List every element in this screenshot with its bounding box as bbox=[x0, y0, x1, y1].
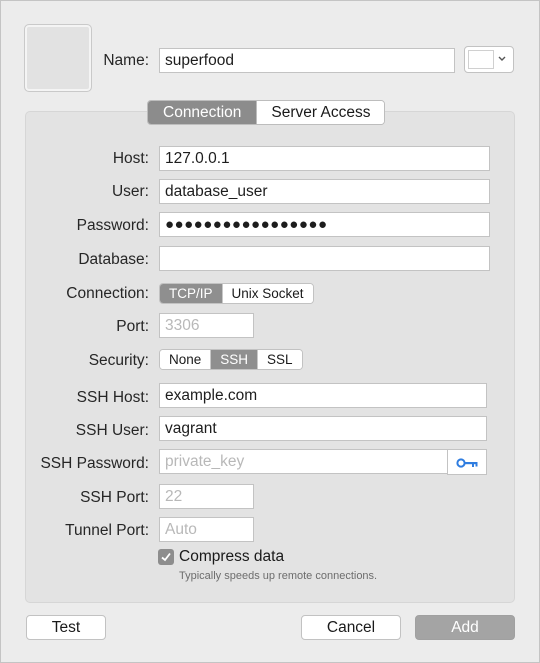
name-label: Name: bbox=[103, 52, 149, 69]
tab-bar: Connection Server Access bbox=[147, 100, 386, 125]
tab-connection[interactable]: Connection bbox=[148, 101, 257, 124]
host-label: Host: bbox=[112, 150, 149, 167]
host-field[interactable]: 127.0.0.1 bbox=[159, 146, 490, 171]
tunnel-port-field[interactable]: Auto bbox=[159, 517, 254, 542]
ssh-password-label: SSH Password: bbox=[40, 455, 149, 472]
connection-type-label: Connection: bbox=[66, 285, 149, 302]
ssh-key-button[interactable] bbox=[447, 449, 487, 475]
security-none-option[interactable]: None bbox=[160, 350, 211, 369]
compress-data-checkbox[interactable] bbox=[158, 549, 174, 565]
checkmark-icon bbox=[160, 552, 172, 566]
connection-type-segmented: TCP/IP Unix Socket bbox=[159, 283, 314, 304]
test-button[interactable]: Test bbox=[26, 615, 106, 640]
user-field[interactable]: database_user bbox=[159, 179, 490, 204]
ssh-user-field[interactable]: vagrant bbox=[159, 416, 487, 441]
database-field[interactable] bbox=[159, 246, 490, 271]
ssh-host-label: SSH Host: bbox=[76, 389, 149, 406]
password-label: Password: bbox=[76, 217, 149, 234]
add-button[interactable]: Add bbox=[415, 615, 515, 640]
port-label: Port: bbox=[116, 318, 149, 335]
color-swatch bbox=[468, 50, 494, 69]
compress-data-hint: Typically speeds up remote connections. bbox=[179, 570, 378, 582]
key-icon bbox=[456, 456, 480, 474]
database-label: Database: bbox=[78, 251, 149, 268]
user-label: User: bbox=[111, 183, 149, 200]
cancel-button[interactable]: Cancel bbox=[301, 615, 401, 640]
connection-icon-well[interactable] bbox=[24, 24, 92, 92]
password-field[interactable]: ●●●●●●●●●●●●●●●●● bbox=[159, 212, 490, 237]
security-ssh-option[interactable]: SSH bbox=[210, 350, 258, 369]
name-field[interactable]: superfood bbox=[159, 48, 455, 73]
security-segmented: None SSH SSL bbox=[159, 349, 303, 370]
port-field[interactable]: 3306 bbox=[159, 313, 254, 338]
ssh-password-field[interactable]: private_key bbox=[159, 449, 448, 474]
ssh-user-label: SSH User: bbox=[75, 422, 149, 439]
security-label: Security: bbox=[88, 352, 149, 369]
connection-tcpip-option[interactable]: TCP/IP bbox=[160, 284, 222, 303]
color-picker-button[interactable] bbox=[464, 46, 514, 73]
ssh-port-field[interactable]: 22 bbox=[159, 484, 254, 509]
connection-dialog: Name: superfood Connection Server Access… bbox=[0, 0, 540, 663]
chevron-down-icon bbox=[497, 51, 507, 70]
ssh-host-field[interactable]: example.com bbox=[159, 383, 487, 408]
tab-server-access[interactable]: Server Access bbox=[256, 101, 385, 124]
ssh-port-label: SSH Port: bbox=[80, 489, 149, 506]
security-ssl-option[interactable]: SSL bbox=[257, 350, 302, 369]
compress-data-label[interactable]: Compress data bbox=[179, 548, 284, 566]
tunnel-port-label: Tunnel Port: bbox=[65, 522, 149, 539]
connection-unix-socket-option[interactable]: Unix Socket bbox=[221, 284, 313, 303]
